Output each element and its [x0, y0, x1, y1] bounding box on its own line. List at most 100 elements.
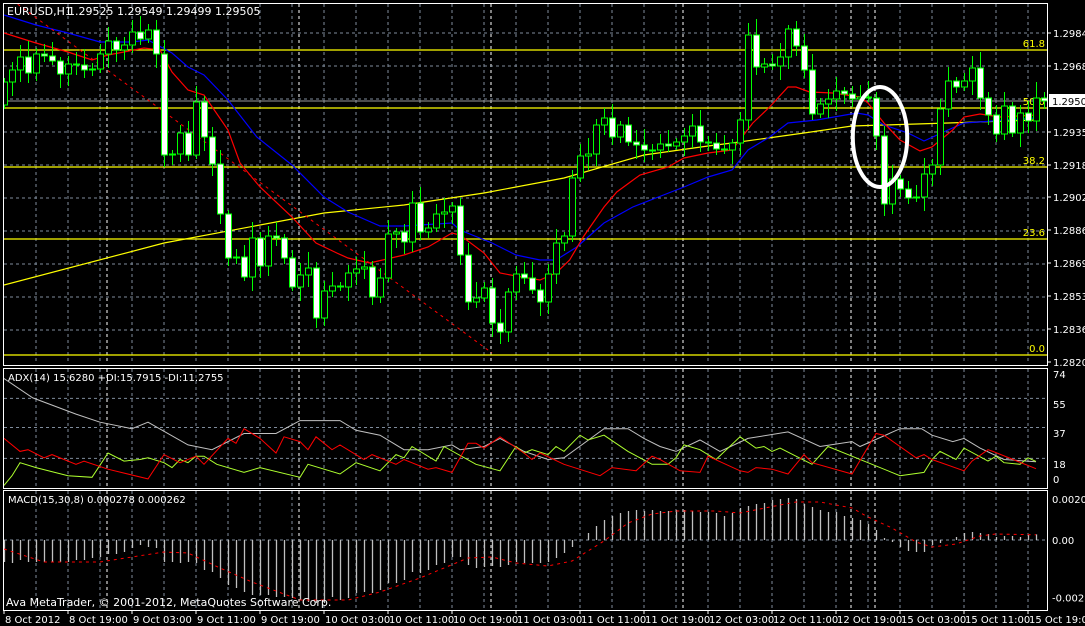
bull-candle-body: [505, 291, 512, 333]
bear-candle-body: [697, 125, 704, 143]
bull-candle-body: [97, 53, 104, 70]
bull-candle-body: [649, 149, 656, 152]
bull-candle-body: [265, 235, 272, 267]
bull-candle-body: [1033, 97, 1040, 122]
bear-candle-body: [401, 231, 408, 243]
bear-candle-body: [49, 55, 56, 62]
bull-candle-body: [785, 28, 792, 58]
bull-candle-body: [353, 268, 360, 274]
bear-candle-body: [201, 101, 208, 138]
bear-candle-body: [113, 40, 120, 51]
bull-candle-body: [681, 135, 688, 143]
macd-tick-label: -0.00288: [1052, 594, 1085, 605]
bear-candle-body: [185, 132, 192, 156]
bear-candle-body: [217, 163, 224, 215]
price-tick-label: 1.28365: [1053, 325, 1085, 336]
bear-candle-body: [161, 53, 168, 156]
bull-candle-body: [89, 68, 96, 71]
bear-candle-body: [865, 96, 872, 99]
bull-candle-body: [425, 227, 432, 233]
bull-candle-body: [441, 211, 448, 215]
bull-candle-body: [961, 80, 968, 88]
bull-candle-body: [617, 124, 624, 138]
bull-candle-body: [65, 63, 72, 75]
bear-candle-body: [73, 63, 80, 66]
time-tick-label: 10 Oct 03:00: [325, 615, 390, 626]
bear-candle-body: [313, 267, 320, 319]
bull-candle-body: [145, 29, 152, 40]
bull-candle-body: [673, 141, 680, 147]
bull-candle-body: [585, 153, 592, 157]
time-tick-label: 9 Oct 03:00: [133, 615, 192, 626]
bull-candle-body: [913, 196, 920, 199]
bull-candle-body: [321, 290, 328, 319]
bear-candle-body: [369, 266, 376, 298]
bear-candle-body: [1041, 97, 1047, 102]
macd-tick-label: 0.00: [1052, 536, 1074, 547]
bear-candle-body: [225, 213, 232, 259]
adx-tick-label: 74: [1053, 370, 1066, 381]
bear-candle-body: [337, 285, 344, 288]
time-tick-label: 10 Oct 11:00: [389, 615, 454, 626]
bull-candle-body: [593, 124, 600, 155]
fib-level-label: 0.0: [1029, 344, 1045, 355]
macd-indicator-label: MACD(15,30,8) 0.000278 0.000262: [8, 495, 186, 506]
time-tick-label: 12 Oct 11:00: [773, 615, 838, 626]
time-tick-label: 12 Oct 03:00: [709, 615, 774, 626]
bear-candle-body: [881, 135, 888, 205]
bear-candle-body: [281, 237, 288, 259]
time-tick-label: 8 Oct 19:00: [69, 615, 128, 626]
bull-candle-body: [945, 80, 952, 110]
price-tick-label: 1.28200: [1053, 358, 1085, 369]
price-tick-label: 1.28695: [1053, 259, 1085, 270]
bull-candle-body: [193, 101, 200, 156]
bull-candle-body: [929, 164, 936, 175]
adx-tick-label: 37: [1053, 429, 1066, 440]
bull-candle-body: [249, 237, 256, 278]
bear-candle-body: [873, 97, 880, 137]
bull-candle-body: [777, 56, 784, 67]
bear-candle-body: [841, 90, 848, 95]
bull-candle-body: [329, 285, 336, 292]
adx-tick-label: 55: [1053, 400, 1066, 411]
bear-candle-body: [521, 273, 528, 279]
bid-price-label: 1.29505: [1052, 97, 1085, 108]
bear-candle-body: [897, 178, 904, 190]
bull-candle-body: [545, 273, 552, 303]
bull-candle-body: [169, 153, 176, 156]
bear-candle-body: [1025, 112, 1032, 122]
bear-candle-body: [801, 45, 808, 71]
bear-candle-body: [753, 34, 760, 68]
trading-chart[interactable]: 61.850.038.223.60.0 EURUSD,H1 1.29525 1.…: [0, 0, 1085, 626]
bull-candle-body: [129, 31, 136, 46]
fib-level-label: 38.2: [1023, 156, 1045, 167]
bull-candle-body: [761, 63, 768, 68]
bear-candle-body: [905, 188, 912, 199]
adx-tick-label: 0: [1053, 475, 1059, 486]
bull-candle-body: [689, 125, 696, 137]
bull-candle-body: [449, 205, 456, 213]
price-tick-label: 1.28860: [1053, 226, 1085, 237]
price-tick-label: 1.29845: [1053, 29, 1085, 40]
price-tick-label: 1.29680: [1053, 62, 1085, 73]
bear-candle-body: [985, 97, 992, 116]
bull-candle-body: [361, 266, 368, 270]
bull-candle-body: [729, 142, 736, 151]
bear-candle-body: [529, 277, 536, 291]
bull-candle-body: [745, 34, 752, 121]
bear-candle-body: [705, 141, 712, 144]
bear-candle-body: [57, 60, 64, 75]
bear-candle-body: [633, 141, 640, 146]
time-tick-label: 11 Oct 19:00: [645, 615, 710, 626]
macd-tick-label: 0.00206: [1052, 495, 1085, 506]
time-tick-label: 11 Oct 11:00: [581, 615, 646, 626]
bear-candle-body: [81, 64, 88, 71]
price-tick-label: 1.29350: [1053, 128, 1085, 139]
bear-candle-body: [137, 31, 144, 40]
bull-candle-body: [921, 173, 928, 198]
bull-candle-body: [121, 44, 128, 51]
copyright-text: Ava MetaTrader, © 2001-2012, MetaQuotes …: [6, 596, 331, 609]
adx-tick-label: 18: [1053, 460, 1066, 471]
bear-candle-body: [153, 29, 160, 55]
bull-candle-body: [481, 287, 488, 299]
